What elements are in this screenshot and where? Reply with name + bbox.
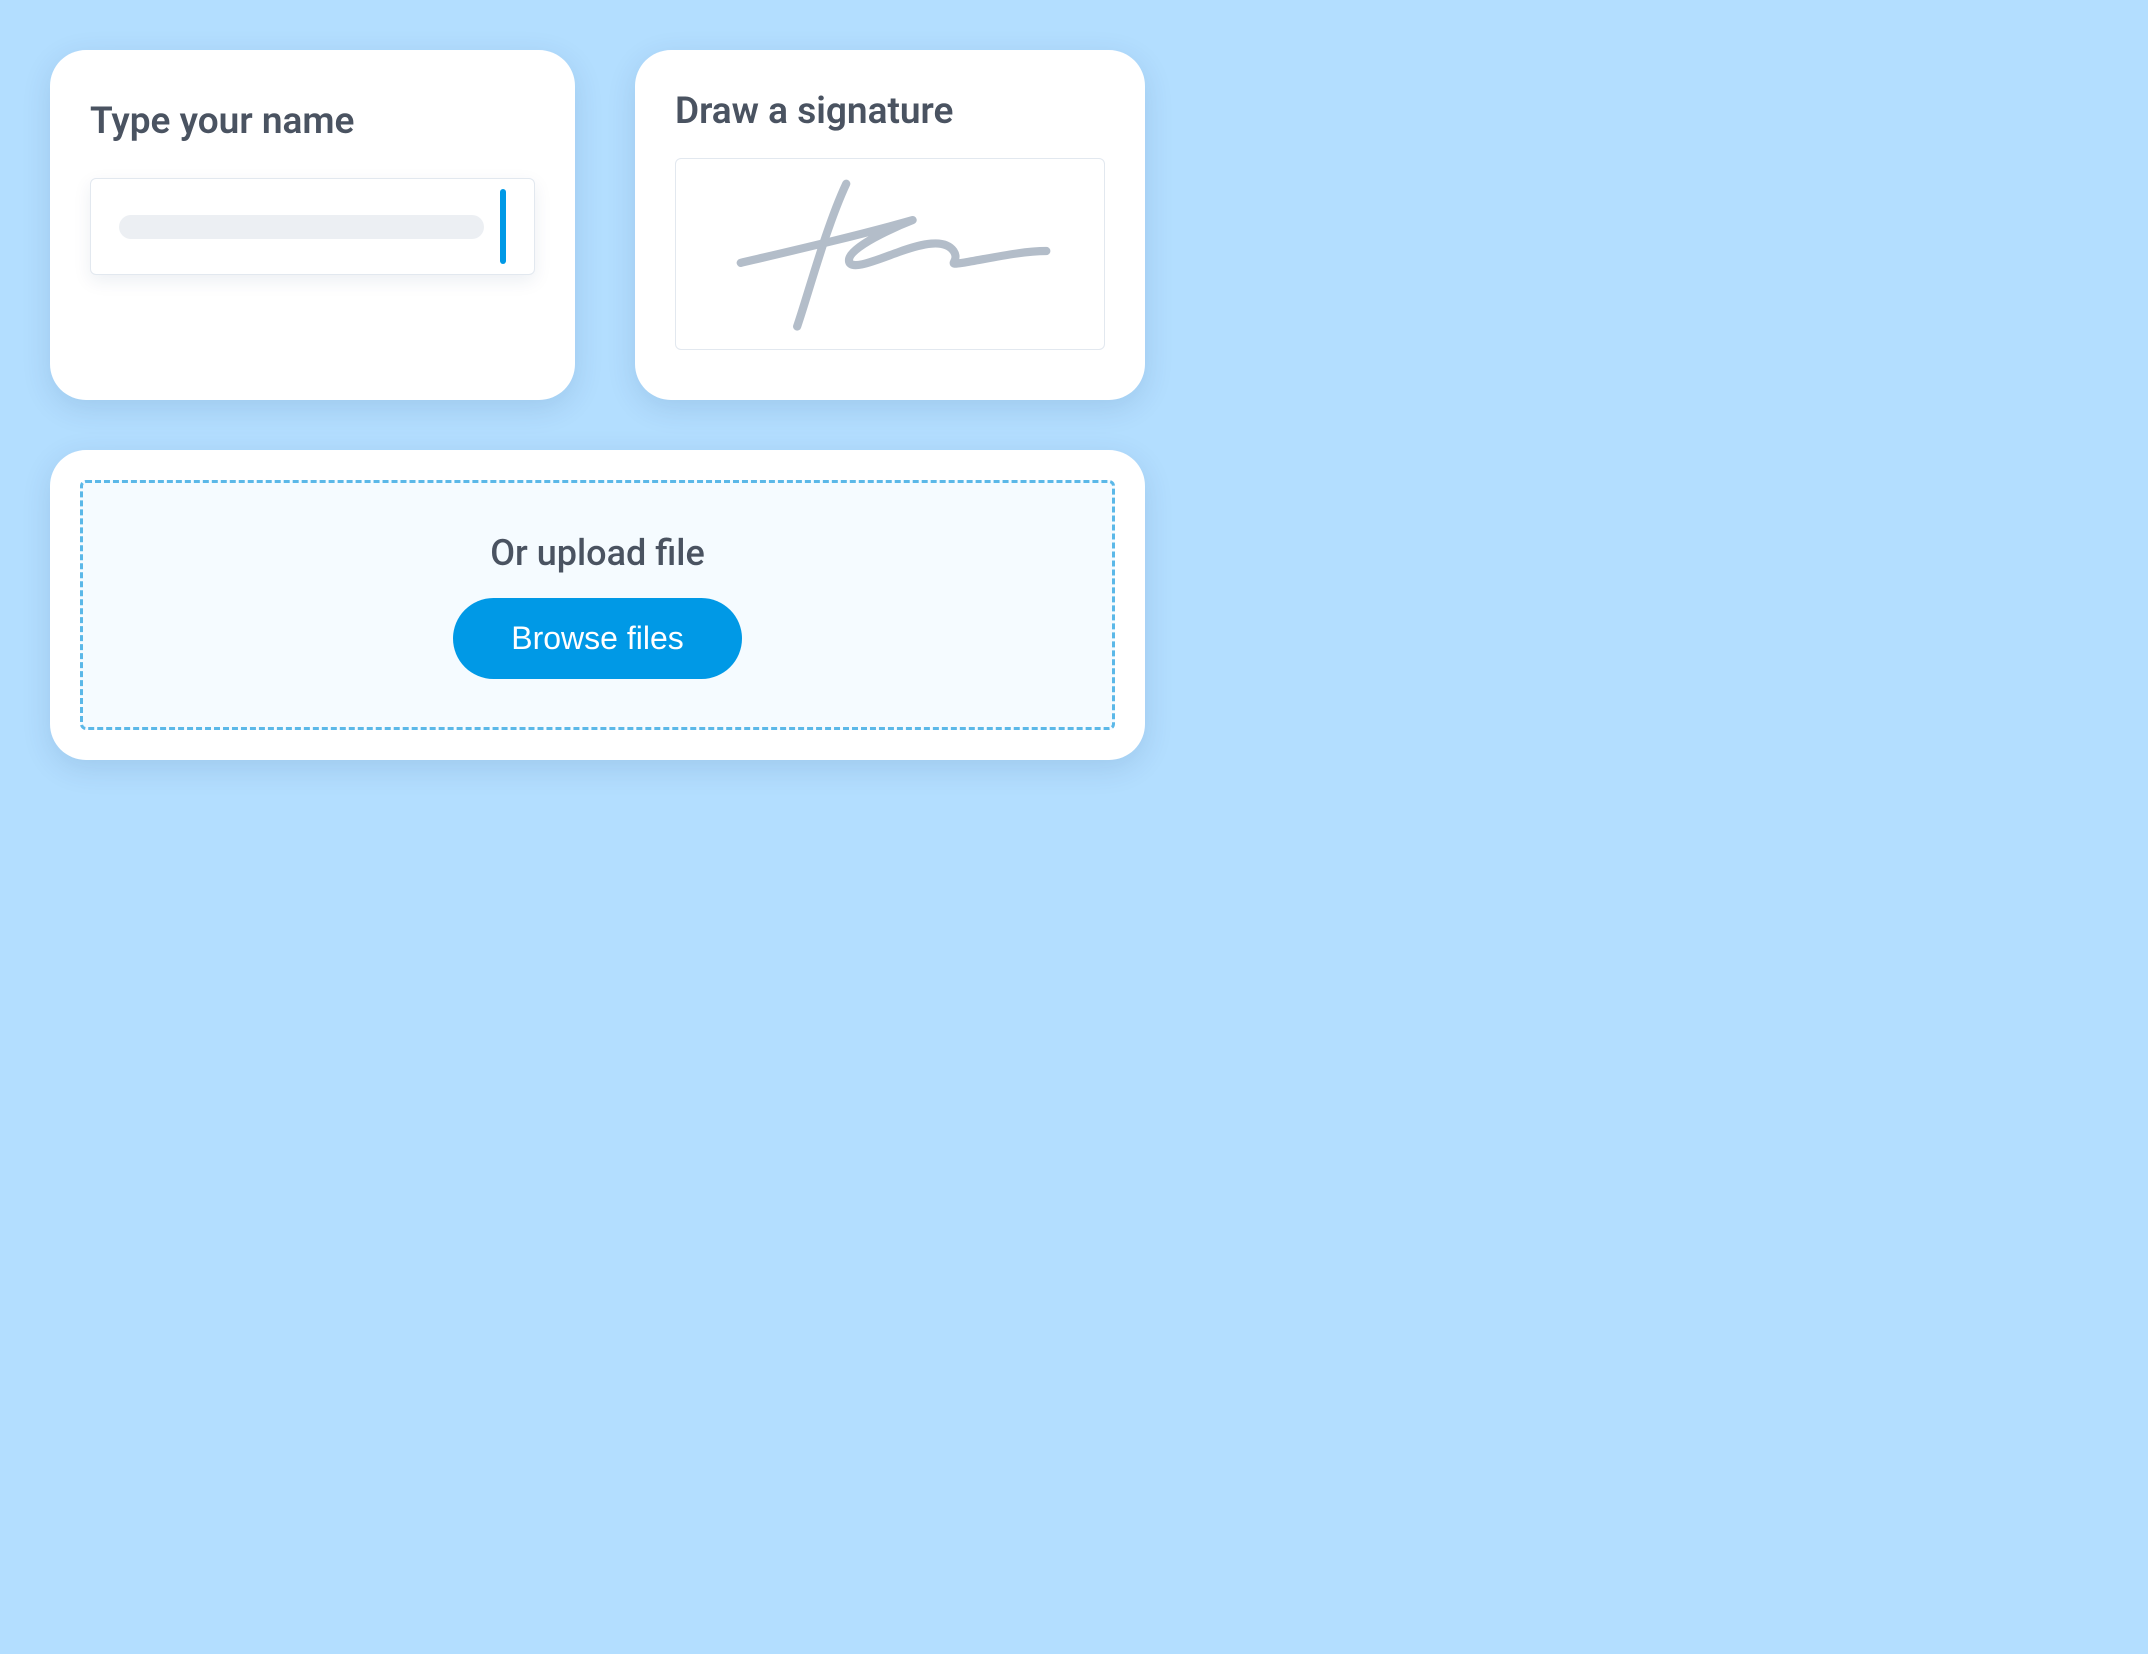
- signature-pad[interactable]: [675, 158, 1105, 350]
- browse-files-button[interactable]: Browse files: [453, 598, 742, 679]
- signature-icon: [708, 173, 1072, 335]
- upload-label: Or upload file: [490, 532, 704, 574]
- input-cursor-icon: [500, 189, 506, 264]
- draw-signature-card: Draw a signature: [635, 50, 1145, 400]
- name-input[interactable]: [90, 178, 535, 275]
- upload-card: Or upload file Browse files: [50, 450, 1145, 760]
- draw-signature-title: Draw a signature: [675, 90, 1105, 133]
- type-name-title: Type your name: [90, 100, 535, 143]
- upload-dropzone[interactable]: Or upload file Browse files: [80, 480, 1115, 730]
- name-input-placeholder: [119, 215, 484, 239]
- type-name-card: Type your name: [50, 50, 575, 400]
